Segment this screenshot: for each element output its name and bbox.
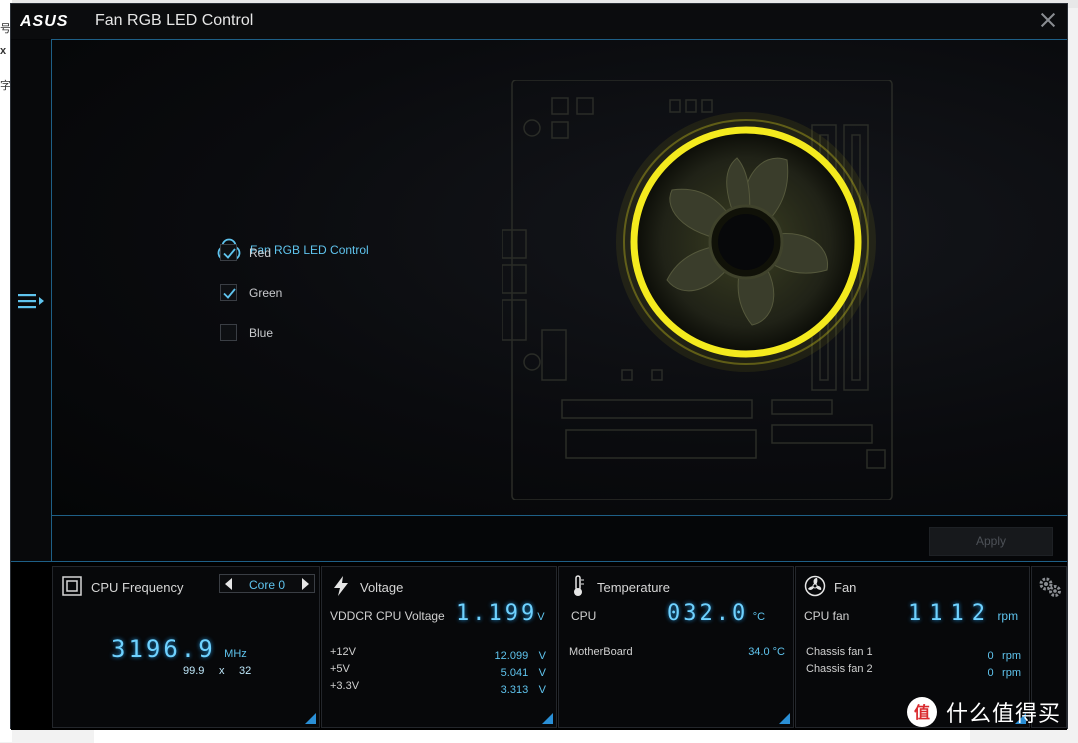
voltage-row-unit: V: [538, 650, 546, 662]
desktop-fragment: x: [0, 45, 7, 57]
window-title: Fan RGB LED Control: [95, 12, 254, 29]
menu-expand-icon[interactable]: [16, 290, 46, 312]
voltage-title: Voltage: [360, 580, 404, 595]
voltage-row: +5V 5.041 V: [330, 663, 546, 680]
voltage-row-value: 12.099: [494, 650, 529, 662]
cpu-frequency-value: 3196.9: [111, 635, 216, 663]
cpu-times-sign: x: [219, 665, 225, 677]
cpu-frequency-title: CPU Frequency: [91, 580, 184, 595]
cpu-temp-label: CPU: [571, 609, 597, 623]
checkbox-box[interactable]: [220, 324, 237, 341]
vddcr-unit: V: [537, 611, 545, 623]
checkbox-box[interactable]: [220, 284, 237, 301]
vddcr-value: 1.199: [456, 601, 538, 626]
panel-corner-marker: [305, 713, 316, 724]
voltage-row: +12V 12.099 V: [330, 646, 546, 663]
voltage-row-unit: V: [538, 684, 546, 696]
cpu-fan-value: 1112: [908, 601, 993, 626]
cpu-temp-value: 032.0: [667, 601, 749, 626]
panel-corner-marker: [542, 713, 553, 724]
asus-logo-text: ASUS: [20, 13, 68, 28]
watermark-text: 什么值得买: [946, 701, 1062, 726]
temperature-row-value: 34.0 °C: [748, 646, 785, 658]
gears-icon[interactable]: [1037, 575, 1063, 599]
fan-row-unit: rpm: [1002, 650, 1021, 662]
checkbox-blue[interactable]: Blue: [220, 324, 273, 341]
voltage-row-unit: V: [538, 667, 546, 679]
fan-row-label: Chassis fan 2: [806, 663, 873, 675]
watermark-logo-icon: 值: [907, 697, 937, 727]
cpu-fan-readout: 1112 rpm: [908, 601, 1018, 626]
panel-corner-marker: [779, 713, 790, 724]
cpu-temp-unit: °C: [752, 611, 766, 623]
close-button[interactable]: [1038, 10, 1058, 30]
lightning-bolt-icon: [334, 576, 348, 596]
cpu-bclk: 99.9: [183, 665, 205, 677]
thermometer-icon: [574, 575, 584, 596]
fan-row-value: 0: [987, 650, 994, 662]
main-panel: Fan RGB LED Control Red Green Blue: [52, 40, 1067, 516]
voltage-row-label: +3.3V: [330, 680, 360, 692]
svg-text:值: 值: [914, 703, 930, 722]
voltage-list: +12V 12.099 V +5V 5.041 V +3.3V 3.313 V: [330, 646, 546, 697]
desktop-bottom-edge: [94, 728, 970, 743]
apply-button[interactable]: Apply: [929, 527, 1053, 556]
checkmark-icon: [223, 248, 236, 259]
motherboard-illustration: [502, 80, 893, 500]
app-window: ASUS Fan RGB LED Control Fan RGB LED Con…: [10, 3, 1068, 730]
sidebar: [11, 40, 52, 561]
voltage-row-label: +12V: [330, 646, 356, 658]
asus-logo: ASUS: [20, 13, 68, 28]
cpu-temp-readout: 032.0 °C: [667, 601, 765, 626]
fan-row: Chassis fan 2 0 rpm: [806, 663, 1021, 680]
voltage-row-value: 5.041: [500, 667, 529, 679]
voltage-row-label: +5V: [330, 663, 350, 675]
checkmark-icon: [223, 288, 236, 299]
temperature-row-label: MotherBoard: [569, 646, 633, 658]
voltage-row-value: 3.313: [500, 684, 529, 696]
cpu-frequency-panel[interactable]: CPU Frequency Core 0 3196.9 MHz 99.9 x 3…: [52, 566, 320, 728]
fan-list: Chassis fan 1 0 rpm Chassis fan 2 0 rpm: [806, 646, 1021, 680]
core-next-arrow-icon[interactable]: [302, 578, 309, 590]
fan-row-label: Chassis fan 1: [806, 646, 873, 658]
cpu-fan-label: CPU fan: [804, 609, 850, 623]
voltage-row: +3.3V 3.313 V: [330, 680, 546, 697]
cpu-frequency-unit: MHz: [224, 648, 247, 660]
checkbox-box[interactable]: [220, 244, 237, 261]
checkbox-red[interactable]: Red: [220, 244, 271, 261]
vddcr-readout: 1.199V: [456, 601, 545, 626]
checkbox-label: Green: [249, 285, 283, 300]
cpu-frequency-readout: 3196.9 MHz: [111, 635, 247, 663]
voltage-panel[interactable]: Voltage VDDCR CPU Voltage 1.199V +12V 12…: [321, 566, 557, 728]
cpu-fan-unit: rpm: [997, 609, 1019, 623]
checkbox-label: Blue: [249, 325, 274, 340]
core-selector-value: Core 0: [248, 578, 286, 592]
temperature-panel[interactable]: Temperature CPU 032.0 °C MotherBoard 34.…: [558, 566, 794, 728]
fan-title: Fan: [834, 580, 857, 595]
temperature-title: Temperature: [597, 580, 670, 595]
title-bar[interactable]: ASUS Fan RGB LED Control: [11, 4, 1067, 39]
temperature-row: MotherBoard 34.0 °C: [569, 646, 785, 658]
fan-row: Chassis fan 1 0 rpm: [806, 646, 1021, 663]
watermark: 值 什么值得买: [906, 696, 1061, 728]
cpu-chip-icon: [62, 576, 82, 596]
fan-row-value: 0: [987, 667, 994, 679]
cpu-multiplier: 32: [239, 665, 252, 677]
fan-icon: [804, 575, 826, 597]
vddcr-label: VDDCR CPU Voltage: [330, 609, 445, 623]
action-area: [52, 516, 1067, 561]
checkbox-label: Red: [249, 245, 272, 260]
core-selector[interactable]: Core 0: [219, 574, 315, 593]
fan-row-unit: rpm: [1002, 667, 1021, 679]
checkbox-green[interactable]: Green: [220, 284, 282, 301]
